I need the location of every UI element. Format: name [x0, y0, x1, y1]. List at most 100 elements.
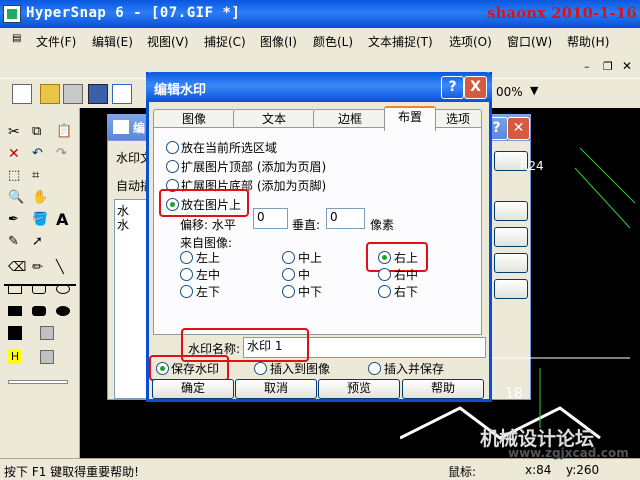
print-preview-icon[interactable]: [63, 84, 83, 104]
label-extend-top: 扩展图片顶部 (添加为页眉): [181, 160, 327, 174]
copy-icon[interactable]: ⧉: [32, 124, 50, 140]
pen-icon[interactable]: ✒: [8, 212, 26, 228]
label-insert-save: 插入并保存: [384, 362, 445, 376]
restore-icon[interactable]: ❐: [603, 60, 613, 73]
cancel-button[interactable]: 取消: [235, 379, 317, 399]
radio-middle-right[interactable]: [378, 268, 391, 281]
menu-options[interactable]: 选项(O): [449, 33, 492, 50]
close-icon[interactable]: ✕: [622, 59, 632, 73]
menu-edit[interactable]: 编辑(E): [92, 33, 133, 50]
dialog-help-button[interactable]: ?: [441, 76, 464, 99]
select-icon[interactable]: ⬚: [8, 168, 26, 184]
open-icon[interactable]: [40, 84, 60, 104]
menu-help[interactable]: 帮助(H): [567, 33, 609, 50]
new-icon[interactable]: [12, 84, 32, 104]
menu-image[interactable]: 图像(I): [260, 33, 297, 50]
label-current-selection: 放在当前所选区域: [181, 141, 278, 155]
author-watermark: shaonx 2010-1-16: [487, 4, 637, 22]
book-icon[interactable]: [112, 84, 132, 104]
delete-icon[interactable]: ✕: [8, 146, 26, 162]
menu-view[interactable]: 视图(V): [147, 33, 189, 50]
menu-icon[interactable]: ▤: [12, 33, 21, 44]
offset-v-input[interactable]: 0: [326, 208, 365, 229]
menu-text-capture[interactable]: 文本捕捉(T): [368, 33, 433, 50]
text-icon[interactable]: A: [56, 210, 74, 229]
radio-top-left[interactable]: [180, 251, 193, 264]
filled-round-rect-icon[interactable]: [32, 306, 46, 316]
fill-icon[interactable]: 🪣: [32, 212, 50, 228]
zoom-dropdown-icon[interactable]: ▼: [530, 84, 538, 97]
menu-capture[interactable]: 捕捉(C): [204, 33, 246, 50]
menu-file[interactable]: 文件(F): [36, 33, 76, 50]
pencil-icon[interactable]: ✏: [32, 260, 50, 276]
app-title: HyperSnap 6 - [07.GIF *]: [26, 5, 241, 21]
bg-color-icon[interactable]: [40, 326, 54, 340]
filled-rect-icon[interactable]: [8, 306, 22, 316]
radio-bottom-center[interactable]: [282, 285, 295, 298]
crop-icon[interactable]: ⌗: [32, 168, 50, 184]
tab-border[interactable]: 边框: [313, 109, 387, 129]
label-middle-left: 左中: [196, 268, 221, 282]
save-icon[interactable]: [88, 84, 108, 104]
hand-icon[interactable]: ✋: [32, 190, 50, 206]
ellipse-icon[interactable]: [56, 284, 70, 294]
eraser-icon[interactable]: ⌫: [8, 260, 26, 276]
ok-button[interactable]: 确定: [152, 379, 234, 399]
offset-v-label: 垂直:: [292, 218, 321, 232]
status-help-text: 按下 F1 键取得重要帮助!: [4, 465, 139, 479]
cut-icon[interactable]: ✂: [8, 124, 26, 140]
label-center: 中: [298, 268, 311, 282]
redo-icon[interactable]: ↷: [56, 146, 74, 162]
stamp-icon[interactable]: ✎: [8, 234, 26, 250]
radio-current-selection[interactable]: [166, 141, 179, 154]
radio-top-center[interactable]: [282, 251, 295, 264]
zoom-icon[interactable]: 🔍: [8, 190, 26, 206]
help-button[interactable]: 帮助: [402, 379, 484, 399]
label-top-center: 中上: [298, 251, 323, 265]
radio-bottom-right[interactable]: [378, 285, 391, 298]
status-mouse-label: 鼠标:: [448, 465, 477, 479]
tab-image[interactable]: 图像: [153, 109, 235, 129]
line-icon[interactable]: ╲: [56, 260, 74, 276]
cad-dim-r24: R24: [520, 159, 544, 173]
paste-icon[interactable]: 📋: [56, 124, 74, 140]
arrow-icon[interactable]: ➚: [32, 234, 50, 250]
back-dialog-icon: [113, 120, 129, 134]
radio-middle-left[interactable]: [180, 268, 193, 281]
filled-ellipse-icon[interactable]: [56, 306, 70, 316]
tab-placement[interactable]: 布置: [384, 106, 436, 131]
label-bottom-left: 左下: [196, 285, 221, 299]
opacity-slider[interactable]: [8, 380, 68, 384]
radio-center[interactable]: [282, 268, 295, 281]
app-icon: [3, 5, 21, 23]
dialog-close-button[interactable]: X: [464, 76, 487, 99]
menu-window[interactable]: 窗口(W): [507, 33, 552, 50]
highlight-color-icon[interactable]: [40, 350, 54, 364]
preview-button[interactable]: 预览: [318, 379, 400, 399]
round-rect-icon[interactable]: [32, 284, 46, 294]
radio-insert-image[interactable]: [254, 362, 267, 375]
radio-extend-top[interactable]: [166, 160, 179, 173]
label-middle-right: 右中: [394, 268, 419, 282]
rect-icon[interactable]: [8, 284, 22, 294]
dialog-title: 编辑水印: [154, 83, 207, 98]
back-list-item-2[interactable]: 水: [117, 216, 129, 233]
minimize-icon[interactable]: –: [584, 60, 590, 73]
highlight-icon[interactable]: H: [8, 350, 22, 364]
undo-icon[interactable]: ↶: [32, 146, 50, 162]
menubar: ▤ 文件(F) 编辑(E) 视图(V) 捕捉(C) 图像(I) 颜色(L) 文本…: [0, 28, 640, 54]
menu-color[interactable]: 颜色(L): [313, 33, 353, 50]
dialog-title-bar[interactable]: 编辑水印 ? X: [146, 72, 492, 102]
tab-options[interactable]: 选项: [434, 109, 482, 129]
label-bottom-right: 右下: [394, 285, 419, 299]
offset-h-input[interactable]: 0: [253, 208, 288, 229]
radio-bottom-left[interactable]: [180, 285, 193, 298]
zoom-value[interactable]: 00%: [496, 85, 523, 99]
label-top-left: 左上: [196, 251, 221, 265]
tab-text[interactable]: 文本: [233, 109, 315, 129]
main-title-bar[interactable]: HyperSnap 6 - [07.GIF *] shaonx 2010-1-1…: [0, 0, 640, 28]
back-dialog-list[interactable]: 水 水: [114, 199, 150, 399]
back-dialog-title-text: 编: [133, 121, 146, 135]
radio-insert-save[interactable]: [368, 362, 381, 375]
fg-color-icon[interactable]: [8, 326, 22, 340]
